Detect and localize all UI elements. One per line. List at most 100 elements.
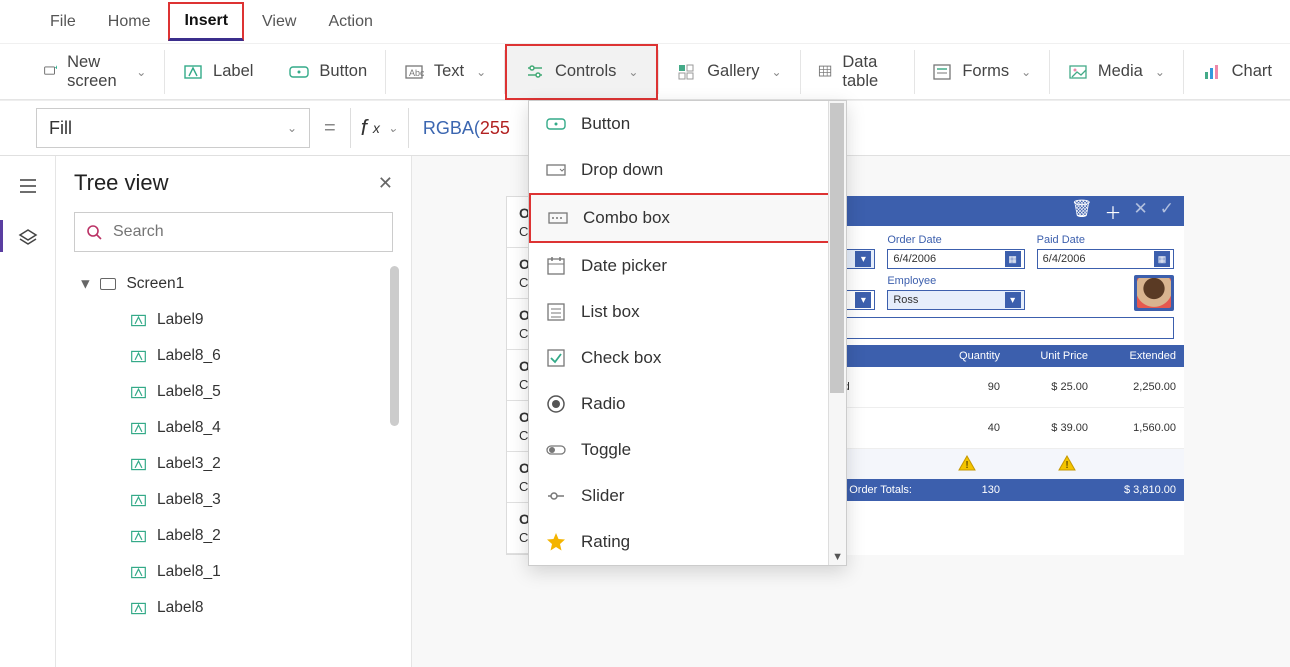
ribbon-label[interactable]: Label (165, 44, 271, 100)
label-icon (130, 420, 147, 437)
chevron-down-icon: ▾ (855, 292, 871, 308)
dd-date-picker[interactable]: Date picker (529, 243, 846, 289)
tab-file[interactable]: File (36, 5, 90, 39)
warning-icon: ! (958, 455, 976, 471)
equals-sign: = (324, 117, 336, 140)
text-icon: Abc (404, 62, 424, 82)
ribbon: + New screen ⌄ Label Button Abc Text ⌄ C… (0, 44, 1290, 100)
trash-icon[interactable]: 🗑 (1071, 199, 1093, 224)
warning-icon: ! (1058, 455, 1076, 471)
label-icon (130, 528, 147, 545)
property-name: Fill (49, 118, 72, 139)
tree-view-panel: Tree view ✕ ▶ Screen1 Label9 Label8_6 La… (56, 156, 412, 667)
tree-item[interactable]: Label3_2 (74, 446, 393, 482)
cancel-icon[interactable]: ✕ (1134, 199, 1148, 224)
tree-search[interactable] (74, 212, 393, 252)
tab-insert[interactable]: Insert (168, 2, 244, 41)
ribbon-text[interactable]: Abc Text ⌄ (386, 44, 504, 100)
ribbon-forms-label: Forms (962, 62, 1009, 81)
check-icon[interactable]: ✓ (1160, 199, 1174, 224)
tree-item[interactable]: Label8_2 (74, 518, 393, 554)
employee-dropdown[interactable]: Ross▾ (887, 290, 1024, 310)
dd-button[interactable]: Button (529, 101, 846, 147)
tab-view[interactable]: View (248, 5, 310, 39)
panel-title: Tree view (74, 170, 169, 196)
scrollbar-thumb[interactable] (830, 103, 844, 393)
tab-home[interactable]: Home (94, 5, 165, 39)
fx-button[interactable]: fx⌄ (350, 108, 409, 148)
menu-tabs: File Home Insert View Action (0, 0, 1290, 44)
calendar-icon (545, 255, 567, 277)
screen-icon: + (44, 62, 57, 82)
field-label: Paid Date (1037, 234, 1174, 246)
chevron-down-icon: ▾ (855, 251, 871, 267)
tree-item[interactable]: Label8_5 (74, 374, 393, 410)
close-icon[interactable]: ✕ (378, 173, 393, 194)
svg-text:!: ! (1065, 460, 1068, 471)
order-date-picker[interactable]: 6/4/2006▦ (887, 249, 1024, 269)
dd-slider[interactable]: Slider (529, 473, 846, 519)
ribbon-data-table[interactable]: Data table (800, 44, 913, 100)
paid-date-picker[interactable]: 6/4/2006▦ (1037, 249, 1174, 269)
ribbon-chart-label: Chart (1232, 62, 1272, 81)
ribbon-new-screen[interactable]: + New screen ⌄ (26, 44, 164, 100)
chart-icon (1202, 62, 1222, 82)
ribbon-forms[interactable]: Forms ⌄ (914, 44, 1049, 100)
ribbon-button-label: Button (319, 62, 367, 81)
tree-item[interactable]: Label8_3 (74, 482, 393, 518)
chevron-down-icon: ⌄ (388, 121, 398, 135)
ribbon-button[interactable]: Button (271, 44, 385, 100)
ribbon-controls[interactable]: Controls ⌄ (505, 44, 659, 100)
chevron-down-icon: ⌄ (136, 65, 146, 79)
chevron-down-icon: ⌄ (476, 65, 486, 79)
hamburger-icon[interactable] (16, 174, 40, 198)
combobox-icon (547, 207, 569, 229)
dd-combo-box[interactable]: Combo box (529, 193, 846, 243)
tab-action[interactable]: Action (314, 5, 386, 39)
gallery-icon (677, 62, 697, 82)
tree-item[interactable]: Label8_4 (74, 410, 393, 446)
forms-icon (932, 62, 952, 82)
scrollbar[interactable] (390, 266, 399, 426)
button-icon (545, 113, 567, 135)
chevron-down-icon: ⌄ (1155, 65, 1165, 79)
tree-item[interactable]: Label8_1 (74, 554, 393, 590)
svg-text:Abc: Abc (409, 68, 424, 78)
label-icon (130, 348, 147, 365)
search-input[interactable] (113, 223, 382, 241)
layers-icon[interactable] (16, 226, 40, 250)
checkbox-icon (545, 347, 567, 369)
dd-rating[interactable]: Rating (529, 519, 846, 565)
dd-check-box[interactable]: Check box (529, 335, 846, 381)
formula-input[interactable]: RGBA(255 (423, 118, 510, 139)
tree-item[interactable]: Label9 (74, 302, 393, 338)
chevron-down-icon: ⌄ (771, 65, 781, 79)
svg-text:!: ! (965, 460, 968, 471)
tree-item[interactable]: Label8_6 (74, 338, 393, 374)
dd-radio[interactable]: Radio (529, 381, 846, 427)
calendar-icon: ▦ (1005, 251, 1021, 267)
ribbon-new-screen-label: New screen (67, 53, 124, 91)
label-icon (183, 62, 203, 82)
ribbon-gallery[interactable]: Gallery ⌄ (659, 44, 799, 100)
left-rail (0, 156, 56, 667)
scroll-down-icon[interactable]: ▼ (832, 551, 843, 563)
ribbon-text-label: Text (434, 62, 464, 81)
sliders-icon (525, 62, 545, 82)
label-icon (130, 492, 147, 509)
property-selector[interactable]: Fill ⌄ (36, 108, 310, 148)
chevron-down-icon: ⌄ (1021, 65, 1031, 79)
dropdown-icon (545, 159, 567, 181)
dd-toggle[interactable]: Toggle (529, 427, 846, 473)
tree-screen[interactable]: ▶ Screen1 (74, 266, 393, 302)
dd-drop-down[interactable]: Drop down (529, 147, 846, 193)
ribbon-chart[interactable]: Chart (1184, 44, 1290, 100)
slider-icon (545, 485, 567, 507)
scrollbar-track[interactable]: ▲ ▼ (828, 101, 846, 565)
button-icon (289, 62, 309, 82)
plus-icon[interactable]: ＋ (1105, 199, 1122, 224)
tree-item[interactable]: Label8 (74, 590, 393, 626)
label-icon (130, 312, 147, 329)
dd-list-box[interactable]: List box (529, 289, 846, 335)
ribbon-media[interactable]: Media ⌄ (1050, 44, 1183, 100)
